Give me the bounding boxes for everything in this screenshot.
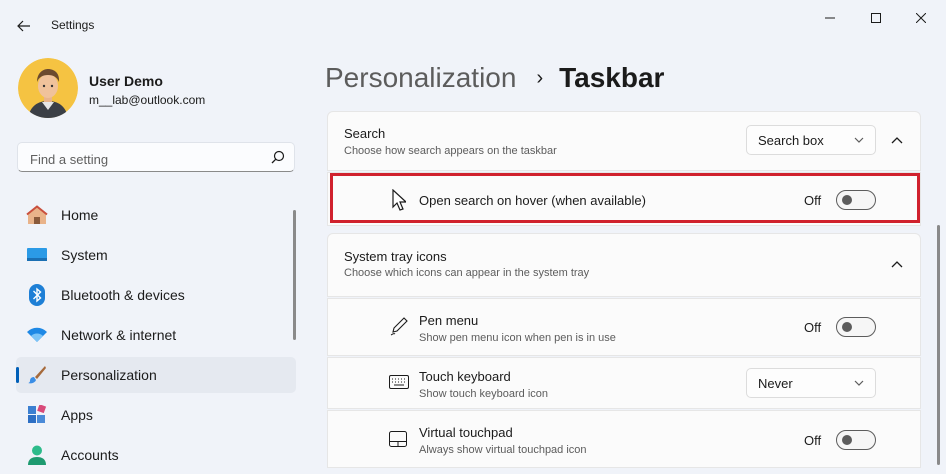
tray-section-title: System tray icons — [344, 249, 447, 264]
sidebar-item-accounts[interactable]: Accounts — [16, 437, 296, 473]
sidebar-item-label: System — [61, 247, 108, 263]
chevron-up-icon[interactable] — [890, 258, 904, 272]
sidebar-item-label: Bluetooth & devices — [61, 287, 185, 303]
sidebar-item-system[interactable]: System — [16, 237, 296, 273]
network-icon — [26, 324, 48, 346]
sidebar-item-label: Apps — [61, 407, 93, 423]
virtual-touchpad-row: Virtual touchpad Always show virtual tou… — [327, 410, 921, 468]
maximize-button[interactable] — [859, 6, 893, 30]
apps-icon — [26, 404, 48, 426]
keyboard-icon — [389, 375, 409, 389]
content-scrollbar[interactable] — [937, 225, 940, 465]
sidebar-item-label: Personalization — [61, 367, 157, 383]
sidebar-item-apps[interactable]: Apps — [16, 397, 296, 433]
pen-menu-state: Off — [804, 320, 822, 335]
chevron-down-icon — [854, 137, 864, 143]
back-button[interactable] — [10, 12, 38, 40]
sidebar-item-network[interactable]: Network & internet — [16, 317, 296, 353]
chevron-down-icon — [854, 380, 864, 386]
title-bar: Settings — [0, 0, 946, 48]
avatar[interactable] — [18, 58, 78, 118]
touch-keyboard-dropdown[interactable]: Never — [746, 368, 876, 398]
minimize-button[interactable] — [813, 6, 847, 30]
touch-keyboard-value: Never — [758, 375, 793, 391]
sidebar-item-label: Network & internet — [61, 327, 177, 343]
search-mode-value: Search box — [758, 132, 824, 148]
sidebar-item-label: Home — [61, 207, 99, 223]
chevron-up-icon[interactable] — [890, 134, 904, 148]
back-arrow-icon — [17, 20, 30, 32]
user-name: User Demo — [89, 73, 163, 89]
app-title: Settings — [51, 18, 95, 32]
close-button[interactable] — [904, 6, 938, 30]
pen-menu-subtitle: Show pen menu icon when pen is in use — [419, 332, 616, 344]
sidebar-item-personalization[interactable]: Personalization — [16, 357, 296, 393]
search-section-header[interactable]: Search Choose how search appears on the … — [327, 111, 921, 171]
highlight-box — [330, 173, 920, 223]
virtual-touchpad-title: Virtual touchpad — [419, 425, 513, 440]
touchpad-icon — [389, 431, 407, 447]
search-box[interactable] — [17, 142, 295, 172]
pen-icon — [390, 317, 408, 336]
bluetooth-icon — [26, 284, 48, 306]
sidebar-item-home[interactable]: Home — [16, 197, 296, 233]
pen-menu-toggle[interactable] — [836, 317, 876, 337]
virtual-touchpad-state: Off — [804, 433, 822, 448]
avatar-icon — [18, 58, 78, 118]
search-section-title: Search — [344, 126, 386, 141]
sidebar-item-bluetooth[interactable]: Bluetooth & devices — [16, 277, 296, 313]
pen-menu-title: Pen menu — [419, 313, 479, 328]
tray-section-header[interactable]: System tray icons Choose which icons can… — [327, 233, 921, 297]
search-icon — [271, 150, 285, 164]
maximize-icon — [871, 13, 881, 23]
breadcrumb-separator: › — [536, 66, 544, 89]
breadcrumb: Personalization › Taskbar — [325, 58, 664, 98]
search-mode-dropdown[interactable]: Search box — [746, 125, 876, 155]
sidebar-scrollbar[interactable] — [293, 210, 296, 340]
touch-keyboard-subtitle: Show touch keyboard icon — [419, 388, 549, 400]
home-icon — [26, 204, 48, 226]
search-section-subtitle: Choose how search appears on the taskbar — [344, 145, 557, 157]
brush-icon — [26, 364, 48, 386]
touch-keyboard-title: Touch keyboard — [419, 369, 511, 384]
selection-indicator — [16, 367, 19, 383]
accounts-icon — [26, 444, 48, 466]
close-icon — [916, 13, 926, 23]
tray-section-subtitle: Choose which icons can appear in the sys… — [344, 267, 590, 279]
sidebar-item-label: Accounts — [61, 447, 119, 463]
touch-keyboard-row: Touch keyboard Show touch keyboard icon … — [327, 357, 921, 409]
user-email: m__lab@outlook.com — [89, 93, 206, 107]
system-icon — [26, 244, 48, 266]
pen-menu-row: Pen menu Show pen menu icon when pen is … — [327, 298, 921, 356]
virtual-touchpad-subtitle: Always show virtual touchpad icon — [419, 444, 587, 456]
breadcrumb-parent[interactable]: Personalization — [325, 62, 516, 94]
virtual-touchpad-toggle[interactable] — [836, 430, 876, 450]
page-title: Taskbar — [559, 62, 665, 93]
search-input[interactable] — [28, 149, 262, 169]
minimize-icon — [825, 17, 835, 19]
